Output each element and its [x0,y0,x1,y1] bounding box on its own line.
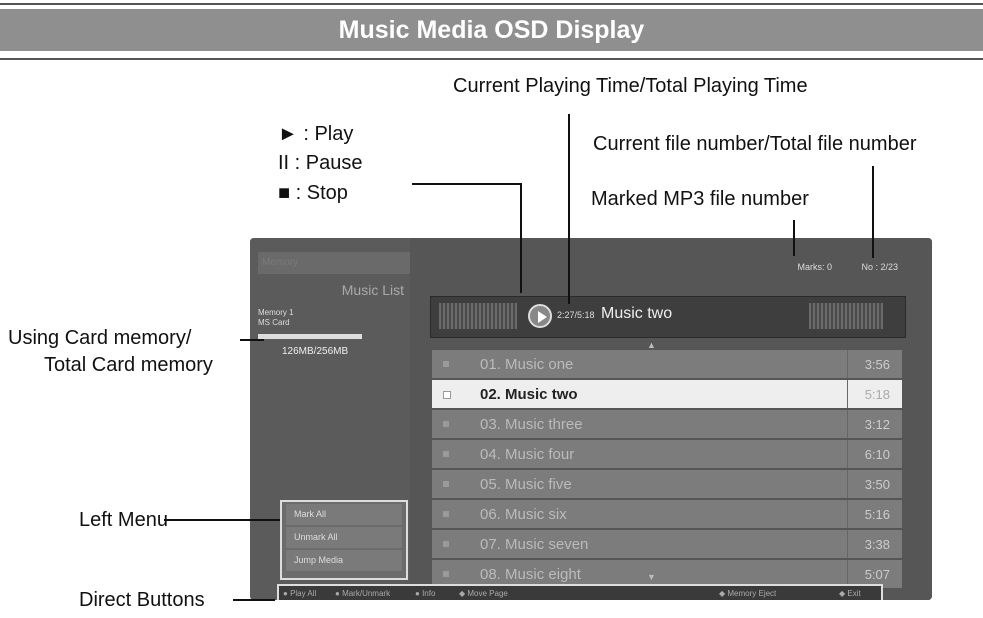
track-row[interactable]: 07. Music seven 3:38 [432,530,902,558]
callout-marked: Marked MP3 file number [591,188,809,210]
memory-labels: Memory 1 MS Card [258,308,294,328]
track-name: 02. Music two [480,386,578,403]
checkbox-icon[interactable] [443,361,449,367]
memory-label-2: MS Card [258,318,290,327]
track-time: 3:50 [864,477,890,492]
track-time: 3:56 [864,357,890,372]
checkbox-icon[interactable] [443,391,451,399]
divider [847,470,848,498]
track-name: 03. Music three [480,416,583,433]
exit-label: Exit [847,589,861,598]
play-all-button[interactable]: ● Play All [283,586,316,600]
page-header: Music Media OSD Display [0,0,983,64]
play-icon [528,304,552,328]
track-row[interactable]: 05. Music five 3:50 [432,470,902,498]
music-list-label: Music List [341,282,404,298]
callout-play: ► : Play [278,123,354,145]
info-button[interactable]: ● Info [415,586,435,600]
header-bottom-rule [0,58,983,60]
track-row[interactable]: 03. Music three 3:12 [432,410,902,438]
checkbox-icon[interactable] [443,421,449,427]
memory-usage-text: 126MB/256MB [282,346,349,357]
unmark-all-button[interactable]: Unmark All [286,527,402,548]
divider [847,350,848,378]
level-meter-right [809,303,883,329]
callout-playing-time: Current Playing Time/Total Playing Time [453,75,808,97]
track-row[interactable]: 04. Music four 6:10 [432,440,902,468]
leader-stop-horizontal [412,183,522,185]
callout-card-memory-2: Total Card memory [44,354,213,376]
move-page-button[interactable]: ◆ Move Page [459,586,508,600]
exit-button[interactable]: ◆ Exit [839,586,861,600]
leader-direct-buttons [233,599,275,601]
divider [847,500,848,528]
track-name: 06. Music six [480,506,567,523]
track-time: 5:07 [864,567,890,582]
leader-stop-vertical [520,183,522,293]
checkbox-icon[interactable] [443,541,449,547]
memory-usage-bar [258,334,362,339]
leader-marked [793,220,795,256]
now-playing-title: Music two [601,305,673,322]
playing-time: 2:27/5:18 [557,310,595,320]
memory-tab[interactable]: Memory [258,252,414,274]
track-time: 5:18 [864,387,890,402]
scroll-up-icon[interactable]: ▲ [647,340,656,350]
left-menu: Mark All Unmark All Jump Media [280,500,408,580]
track-list: 01. Music one 3:56 02. Music two 5:18 03. … [432,350,902,590]
mark-unmark-label: Mark/Unmark [342,589,391,598]
osd-screen: Memory Music List Memory 1 MS Card 126MB… [250,238,932,600]
marks-count: Marks: 0 [797,262,832,272]
callout-direct-buttons: Direct Buttons [79,589,205,611]
track-row[interactable]: 06. Music six 5:16 [432,500,902,528]
divider [847,410,848,438]
page-title: Music Media OSD Display [338,16,645,44]
info-label: Info [422,589,436,598]
callout-stop: ■ : Stop [278,182,348,204]
leader-playing-time [568,114,570,304]
leader-card-memory [240,339,264,341]
level-meter-left [439,303,517,329]
divider [847,530,848,558]
track-time: 5:16 [864,507,890,522]
track-time: 6:10 [864,447,890,462]
divider [847,380,848,408]
header-top-rule [0,3,983,5]
leader-file-number [872,166,874,258]
track-row[interactable]: 01. Music one 3:56 [432,350,902,378]
now-playing-bar: 2:27/5:18 Music two [430,296,906,338]
track-row-selected[interactable]: 02. Music two 5:18 [432,380,902,408]
track-name: 08. Music eight [480,566,581,583]
jump-media-button[interactable]: Jump Media [286,550,402,571]
track-name: 04. Music four [480,446,575,463]
leader-left-menu [164,519,280,521]
track-name: 01. Music one [480,356,574,373]
checkbox-icon[interactable] [443,511,449,517]
checkbox-icon[interactable] [443,451,449,457]
track-name: 05. Music five [480,476,572,493]
track-time: 3:38 [864,537,890,552]
mark-all-button[interactable]: Mark All [286,504,402,525]
memory-eject-label: Memory Eject [727,589,777,598]
memory-label-1: Memory 1 [258,308,294,317]
track-name: 07. Music seven [480,536,589,553]
move-page-label: Move Page [467,589,508,598]
callout-card-memory-1: Using Card memory/ [8,327,192,349]
callout-pause: II : Pause [278,152,363,174]
file-number: No : 2/23 [861,262,898,272]
sidebar: Memory Music List Memory 1 MS Card 126MB… [250,238,414,600]
play-all-label: Play All [290,589,317,598]
track-time: 3:12 [864,417,890,432]
checkbox-icon[interactable] [443,571,449,577]
callout-left-menu: Left Menu [79,509,168,531]
mark-unmark-button[interactable]: ● Mark/Unmark [335,586,390,600]
memory-eject-button[interactable]: ◆ Memory Eject [719,586,776,600]
checkbox-icon[interactable] [443,481,449,487]
direct-buttons-bar: ● Play All ● Mark/Unmark ● Info ◆ Move P… [277,584,883,600]
divider [847,440,848,468]
main-panel: Marks: 0 No : 2/23 2:27/5:18 Music two ▲… [410,238,932,600]
callout-file-number: Current file number/Total file number [593,133,917,155]
scroll-down-icon[interactable]: ▼ [647,572,656,582]
